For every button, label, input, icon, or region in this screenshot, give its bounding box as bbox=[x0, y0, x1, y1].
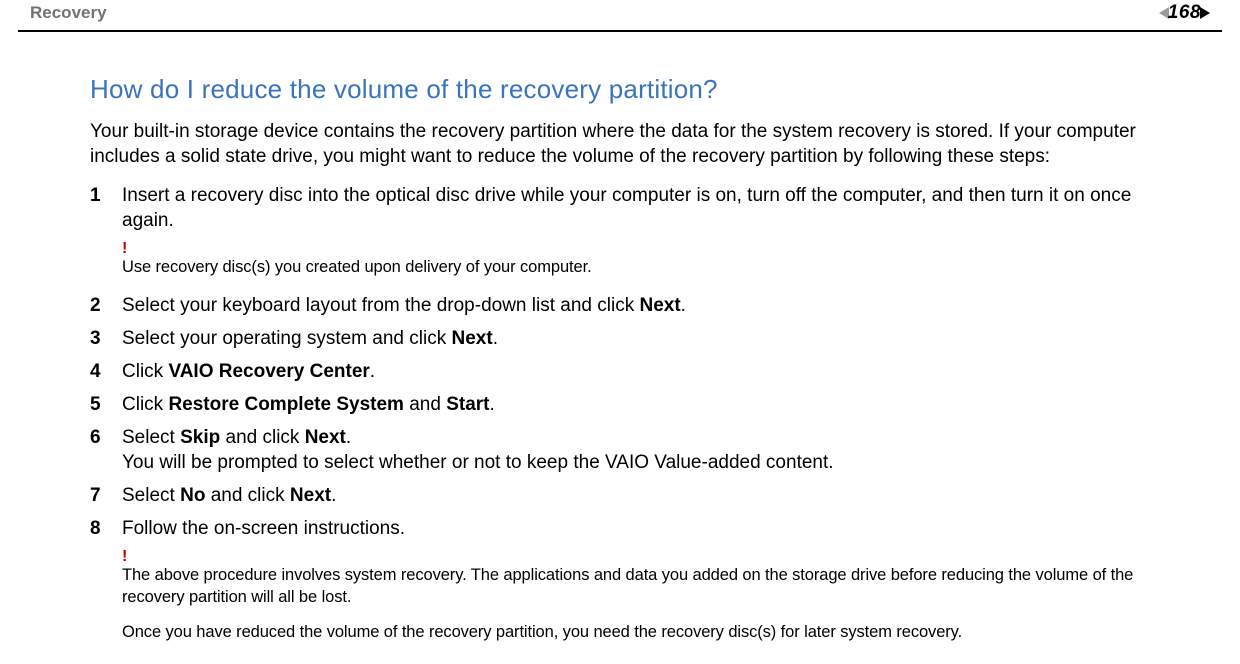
step-number: 1 bbox=[90, 185, 122, 207]
step-6: 6 Select Skip and click Next. You will b… bbox=[90, 425, 1180, 475]
step-text: Insert a recovery disc into the optical … bbox=[122, 183, 1180, 233]
step-text: Select your operating system and click N… bbox=[122, 326, 498, 351]
step-number: 5 bbox=[90, 394, 122, 416]
document-page: Recovery 168 How do I reduce the volume … bbox=[0, 0, 1240, 664]
step-text: Click Restore Complete System and Start. bbox=[122, 392, 495, 417]
step-number: 4 bbox=[90, 361, 122, 383]
warning-text: Use recovery disc(s) you created upon de… bbox=[122, 257, 1180, 278]
step-number: 7 bbox=[90, 485, 122, 507]
bold-term: VAIO Recovery Center bbox=[168, 361, 369, 382]
text-part: Select your operating system and click bbox=[122, 328, 452, 349]
post-note: Once you have reduced the volume of the … bbox=[122, 622, 1180, 643]
text-part: . bbox=[331, 485, 336, 506]
step-2: 2 Select your keyboard layout from the d… bbox=[90, 293, 1180, 318]
step-4: 4 Click VAIO Recovery Center. bbox=[90, 359, 1180, 384]
text-part: . bbox=[346, 427, 351, 448]
step-3: 3 Select your operating system and click… bbox=[90, 326, 1180, 351]
text-part: Click bbox=[122, 361, 168, 382]
step-text-line2: You will be prompted to select whether o… bbox=[122, 452, 834, 473]
step-text: Select No and click Next. bbox=[122, 483, 336, 508]
page-number-nav: 168 bbox=[1159, 2, 1210, 24]
warning-note-2: ! The above procedure involves system re… bbox=[122, 549, 1180, 608]
step-text: Click VAIO Recovery Center. bbox=[122, 359, 375, 384]
text-part: and click bbox=[205, 485, 289, 506]
text-part: and click bbox=[220, 427, 304, 448]
bold-term: Next bbox=[305, 427, 346, 448]
bold-term: Start bbox=[446, 394, 489, 415]
page-heading: How do I reduce the volume of the recove… bbox=[90, 74, 1180, 105]
text-part: . bbox=[681, 295, 686, 316]
top-bar: Recovery 168 bbox=[0, 0, 1240, 30]
bold-term: Skip bbox=[180, 427, 220, 448]
section-title: Recovery bbox=[30, 3, 107, 23]
bold-term: Next bbox=[639, 295, 680, 316]
text-part: and bbox=[404, 394, 446, 415]
step-text: Select Skip and click Next. You will be … bbox=[122, 425, 834, 475]
bold-term: Next bbox=[452, 328, 493, 349]
text-part: Select bbox=[122, 485, 180, 506]
step-8: 8 Follow the on-screen instructions. bbox=[90, 516, 1180, 541]
step-number: 3 bbox=[90, 328, 122, 350]
warning-icon: ! bbox=[122, 549, 1180, 565]
chevron-right-icon[interactable] bbox=[1200, 7, 1210, 19]
step-number: 8 bbox=[90, 518, 122, 540]
text-part: . bbox=[493, 328, 498, 349]
step-number: 2 bbox=[90, 295, 122, 317]
step-7: 7 Select No and click Next. bbox=[90, 483, 1180, 508]
text-part: Select bbox=[122, 427, 180, 448]
step-number: 6 bbox=[90, 427, 122, 449]
bold-term: No bbox=[180, 485, 205, 506]
warning-text: The above procedure involves system reco… bbox=[122, 565, 1180, 608]
step-text: Select your keyboard layout from the dro… bbox=[122, 293, 686, 318]
step-5: 5 Click Restore Complete System and Star… bbox=[90, 392, 1180, 417]
page-number: 168 bbox=[1168, 2, 1201, 24]
warning-note-1: ! Use recovery disc(s) you created upon … bbox=[122, 241, 1180, 278]
text-part: Click bbox=[122, 394, 168, 415]
bold-term: Next bbox=[290, 485, 331, 506]
text-part: Select your keyboard layout from the dro… bbox=[122, 295, 639, 316]
text-part: . bbox=[370, 361, 375, 382]
step-1: 1 Insert a recovery disc into the optica… bbox=[90, 183, 1180, 233]
step-text: Follow the on-screen instructions. bbox=[122, 516, 405, 541]
bold-term: Restore Complete System bbox=[168, 394, 403, 415]
warning-icon: ! bbox=[122, 241, 1180, 257]
content-area: How do I reduce the volume of the recove… bbox=[0, 32, 1240, 664]
intro-paragraph: Your built-in storage device contains th… bbox=[90, 119, 1180, 169]
text-part: . bbox=[489, 394, 494, 415]
